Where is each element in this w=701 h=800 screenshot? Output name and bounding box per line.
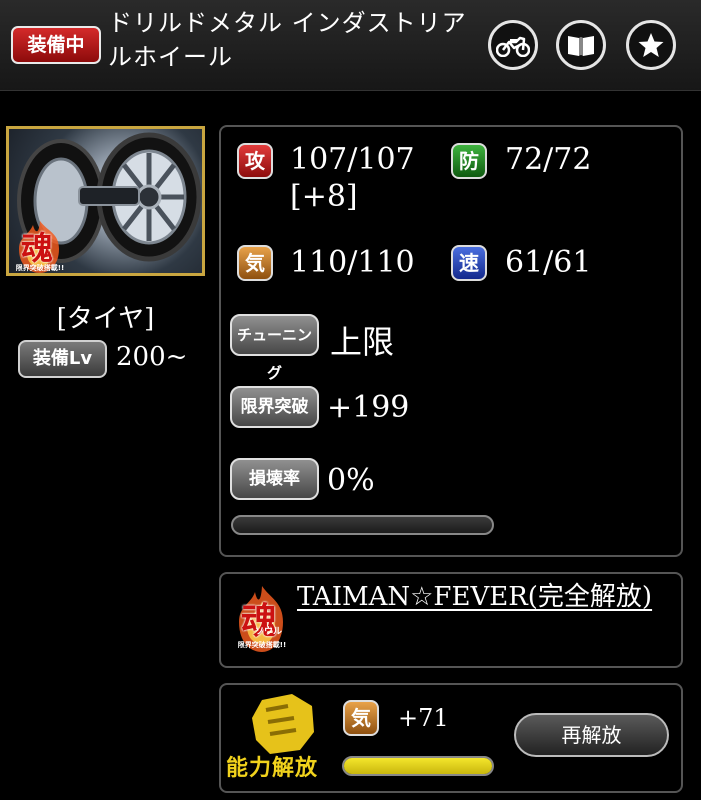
soul-badge-subtitle: ソウル [255, 627, 283, 637]
equipped-badge: 装備中 [11, 26, 101, 64]
ability-progress-bar-fill [344, 758, 492, 774]
damage-rate-label: 損壊率 [230, 458, 319, 500]
item-thumbnail[interactable]: 魂 限界突破搭載!! [6, 126, 205, 276]
ability-release-text: 能力解放 [226, 756, 319, 781]
soul-limit-break-badge: 魂 限界突破搭載!! [11, 219, 69, 273]
ability-spirit-icon: 気 [343, 700, 379, 736]
attack-value: 107/107 [290, 142, 415, 177]
rerelease-button[interactable]: 再解放 [514, 713, 669, 757]
soul-badge-caption: 限界突破搭載!! [15, 264, 65, 272]
item-type-label: [タイヤ] [56, 304, 155, 334]
ability-progress-bar [342, 756, 494, 776]
ability-bonus-value: +71 [398, 704, 449, 732]
defense-value: 72/72 [505, 142, 592, 177]
limit-break-label: 限界突破 [230, 386, 319, 428]
skill-name-link[interactable]: TAIMAN☆FEVER(完全解放) [297, 581, 667, 613]
soul-badge-caption: 限界突破搭載!! [237, 641, 287, 649]
motorcycle-icon [496, 36, 530, 57]
spirit-icon: 気 [237, 245, 273, 281]
equip-lv-badge: 装備Lv [18, 340, 107, 378]
soul-skill-badge: 魂 ソウル 限界突破搭載!! [233, 584, 291, 654]
item-title: ドリルドメタル インダストリアルホイール [108, 9, 467, 71]
speed-value: 61/61 [505, 245, 592, 280]
spirit-value: 110/110 [290, 245, 415, 280]
book-icon [568, 36, 594, 56]
favorite-button[interactable] [626, 20, 676, 70]
damage-rate-value: 0% [327, 463, 375, 498]
ability-release-emblem: 能力解放 [222, 688, 337, 788]
tuning-value: 上限 [330, 323, 395, 361]
defense-icon: 防 [451, 143, 487, 179]
tuning-label: チューニング [230, 314, 319, 382]
damage-rate-bar [231, 515, 494, 535]
star-icon [638, 33, 664, 57]
motorcycle-button[interactable] [488, 20, 538, 70]
speed-icon: 速 [451, 245, 487, 281]
limit-break-value: +199 [327, 390, 410, 425]
equip-lv-value: 200~ [116, 342, 188, 372]
attack-bonus: [+8] [290, 179, 358, 214]
book-button[interactable] [556, 20, 606, 70]
attack-icon: 攻 [237, 143, 273, 179]
